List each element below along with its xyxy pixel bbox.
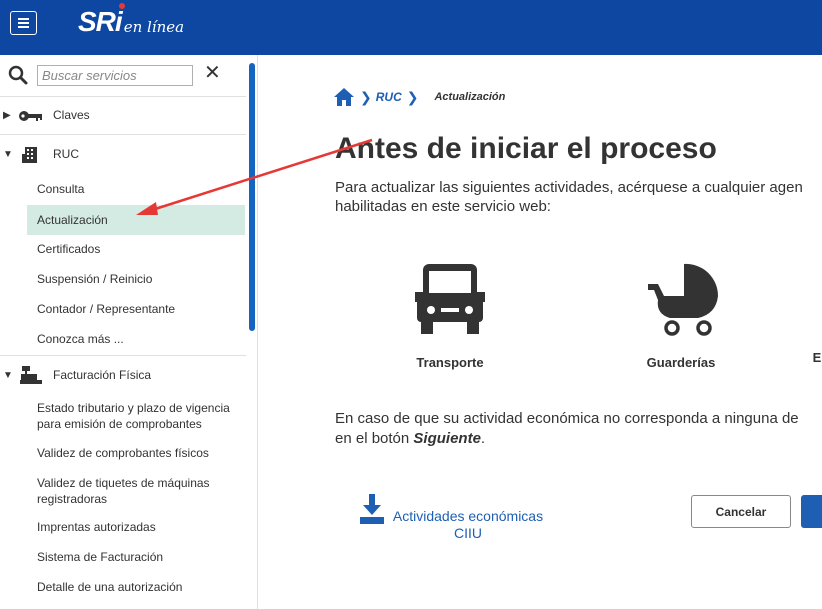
sidebar-item-sistema-facturacion[interactable]: Sistema de Facturación [27,549,245,565]
sidebar-item-validez-tiquetes[interactable]: Validez de tiquetes de máquinas registra… [27,475,245,507]
sidebar-item-imprentas-autorizadas[interactable]: Imprentas autorizadas [27,519,245,535]
sri-logo[interactable]: SRi en línea [78,3,185,38]
sidebar-item-actualizacion[interactable]: Actualización [27,205,245,235]
search-icon[interactable] [8,65,28,85]
note-bold-siguiente: Siguiente [413,430,481,447]
stroller-icon [648,263,719,336]
note-line: En caso de que su actividad económica no… [335,410,799,427]
logo-main-text: SRi [78,6,123,37]
note-prefix: en el botón [335,430,414,447]
key-icon [19,111,42,121]
search-input[interactable] [37,65,193,86]
top-bar: SRi en línea [0,0,822,55]
intro-line: habilitadas en este servicio web: [335,198,551,215]
hamburger-menu-button[interactable] [10,11,37,35]
next-button[interactable] [801,495,822,528]
activity-label: E [812,350,822,365]
logo-sub-text: en línea [123,18,185,36]
download-label-line: CIIU [454,525,482,541]
activity-partial: E [812,262,822,365]
activity-transporte: Transporte [410,262,490,370]
sidebar-item-suspension-reinicio[interactable]: Suspensión / Reinicio [27,271,245,287]
sidebar-item-estado-tributario[interactable]: Estado tributario y plazo de vigencia pa… [27,400,245,432]
close-icon[interactable]: ✕ [204,63,221,83]
chevron-right-icon: ❯ [406,88,419,105]
sidebar-group-label: RUC [53,147,79,161]
caret-down-icon: ▼ [3,370,13,381]
download-label-line: Actividades económicas [392,508,544,524]
building-icon [22,147,37,163]
breadcrumb: ❯ RUC ❯ Actualización [333,86,505,108]
sidebar-group-facturacion-fisica[interactable]: ▼ Facturación Física [0,355,246,393]
download-label: Actividades económicas CIIU [388,508,548,542]
intro-line: Para actualizar las siguientes actividad… [335,179,803,196]
breadcrumb-current: Actualización [434,91,506,103]
intro-text: Para actualizar las siguientes actividad… [335,178,822,216]
cancel-button[interactable]: Cancelar [691,495,791,528]
sidebar-group-label: Claves [53,108,90,122]
note-suffix: . [480,430,486,447]
sidebar-group-claves[interactable]: ▶ Claves [0,97,246,135]
download-icon [360,494,384,524]
activity-label: Transporte [416,355,484,370]
sidebar: ✕ ▶ Claves ▼ RUC Consulta Actualización … [0,55,258,609]
sidebar-item-validez-comprobantes[interactable]: Validez de comprobantes físicos [27,445,245,461]
caret-down-icon: ▼ [3,149,13,160]
cash-register-icon [20,366,42,384]
sidebar-scrollbar[interactable] [249,63,255,331]
home-icon[interactable] [333,87,355,107]
note-line: en el botón Siguiente. [335,429,822,449]
breadcrumb-link-ruc[interactable]: RUC [376,90,402,104]
activity-guarderias: Guarderías [641,262,721,370]
sidebar-item-consulta[interactable]: Consulta [27,181,245,197]
download-actividades-ciiu-link[interactable]: Actividades económicas CIIU [358,494,548,542]
note-text: En caso de que su actividad económica no… [335,409,822,449]
activity-label: Guarderías [646,355,716,370]
sidebar-item-contador-representante[interactable]: Contador / Representante [27,301,245,317]
truck-icon [415,264,485,334]
chevron-right-icon: ❯ [360,88,372,105]
page-title: Antes de iniciar el proceso [335,132,717,165]
sidebar-item-conozca-mas[interactable]: Conozca más ... [27,331,245,347]
sidebar-item-certificados[interactable]: Certificados [27,241,245,257]
caret-right-icon: ▶ [3,110,11,121]
sidebar-group-ruc[interactable]: ▼ RUC [0,135,246,173]
sidebar-item-detalle-autorizacion[interactable]: Detalle de una autorización [27,579,245,595]
sidebar-search: ✕ [0,55,246,97]
sidebar-group-label: Facturación Física [53,368,152,382]
